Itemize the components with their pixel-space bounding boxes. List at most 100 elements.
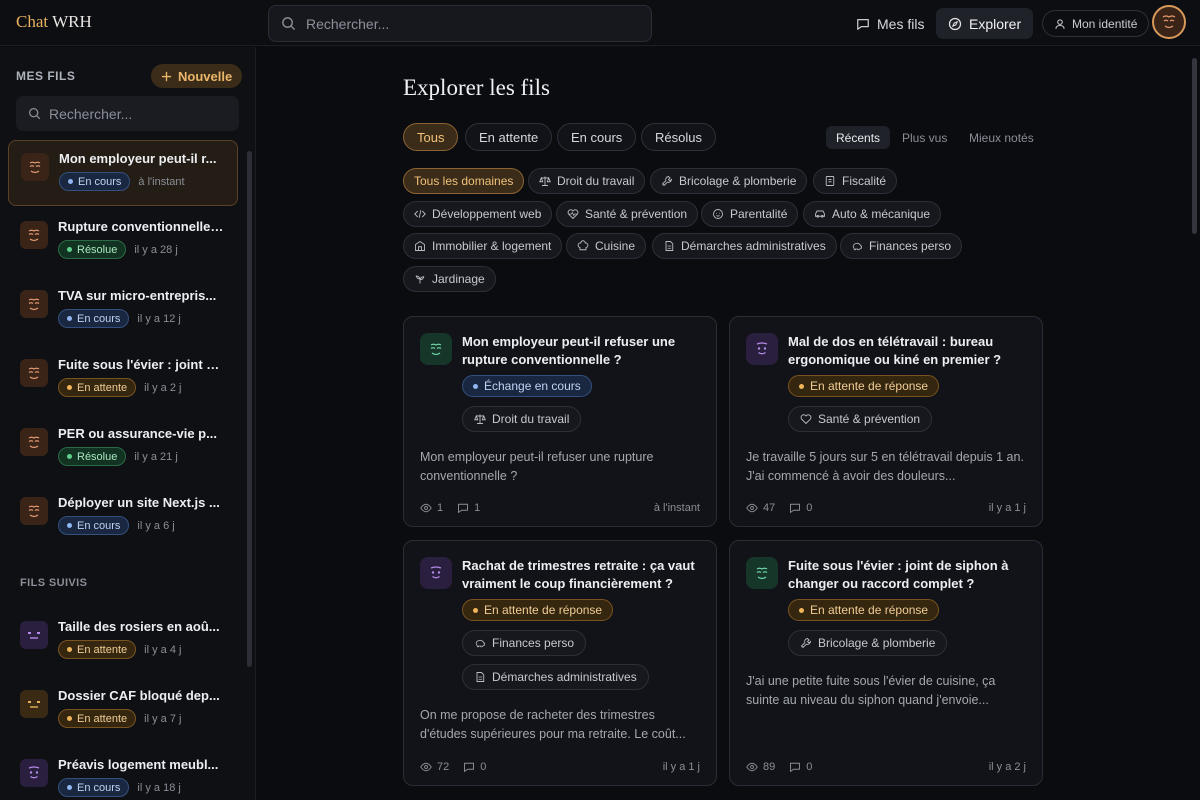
top-bar: Chat WRH Rechercher... Mes fils Explorer… — [0, 0, 1200, 46]
card-status-label: En attente de réponse — [810, 379, 929, 393]
nav-explorer[interactable]: Explorer — [936, 8, 1034, 39]
domain-chip-dev-web[interactable]: Développement web — [403, 201, 553, 227]
new-thread-label: Nouvelle — [178, 68, 233, 84]
card-domain-label: Bricolage & plomberie — [818, 636, 936, 650]
domain-chip-fiscalite[interactable]: Fiscalité — [813, 168, 898, 194]
heart-pulse-icon — [800, 414, 812, 425]
thread-time: il y a 7 j — [144, 712, 182, 725]
domain-chip-droit-travail[interactable]: Droit du travail — [528, 168, 646, 194]
thread-card[interactable]: Fuite sous l'évier : joint de siphon à c… — [729, 540, 1043, 786]
domain-chip-cuisine[interactable]: Cuisine — [566, 233, 647, 259]
sidebar-search-placeholder: Rechercher... — [49, 105, 133, 122]
thread-item[interactable]: Mon employeur peut-il r... En cours à l'in… — [8, 140, 238, 206]
card-domain-chip[interactable]: Démarches administratives — [462, 664, 649, 690]
scales-icon — [539, 176, 551, 186]
sort-plus-vus[interactable]: Plus vus — [892, 126, 957, 149]
thread-item[interactable]: PER ou assurance-vie p... Résolue il y a 2… — [8, 416, 238, 482]
domain-chip-demarches[interactable]: Démarches administratives — [652, 233, 837, 259]
thread-avatar — [20, 428, 48, 456]
card-description: Je travaille 5 jours sur 5 en télétravai… — [746, 450, 1024, 483]
compass-icon — [948, 17, 962, 30]
domain-chip-finances[interactable]: Finances perso — [840, 233, 963, 259]
sidebar-scrollbar[interactable] — [247, 151, 252, 667]
thread-avatar — [20, 690, 48, 718]
wrench-icon — [661, 176, 673, 187]
sort-recents[interactable]: Récents — [826, 126, 891, 149]
domain-chip-parentalite[interactable]: Parentalité — [701, 201, 799, 227]
avatar-face-icon — [28, 505, 40, 518]
thread-item[interactable]: Fuite sous l'évier : joint d... En attent… — [8, 347, 238, 413]
avatar-face-icon — [28, 766, 40, 779]
domain-chip-jardinage[interactable]: Jardinage — [403, 266, 496, 292]
card-domain-label: Droit du travail — [492, 412, 570, 426]
new-thread-button[interactable]: Nouvelle — [151, 64, 243, 88]
status-badge-label: En cours — [77, 781, 121, 794]
followed-thread-item[interactable]: Dossier CAF bloqué dep... En attente il y … — [8, 678, 238, 744]
card-domain-chip[interactable]: Santé & prévention — [788, 406, 933, 432]
card-domain-chip[interactable]: Bricolage & plomberie — [788, 630, 948, 656]
card-time: il y a 2 j — [988, 761, 1026, 773]
card-description: On me propose de racheter des trimestres… — [420, 708, 686, 741]
filter-resolus[interactable]: Résolus — [641, 123, 716, 151]
scales-icon — [474, 414, 486, 424]
filter-en-cours[interactable]: En cours — [557, 123, 637, 151]
baby-icon — [713, 209, 723, 219]
followed-thread-item[interactable]: Taille des rosiers en aoû... En attente il… — [8, 609, 238, 675]
domain-chip-immobilier[interactable]: Immobilier & logement — [403, 233, 563, 259]
thread-title: Dossier CAF bloqué dep... — [58, 688, 220, 703]
comment-icon — [790, 762, 801, 772]
card-domain-chip[interactable]: Finances perso — [462, 630, 587, 656]
thread-card[interactable]: Mon employeur peut-il refuser une ruptur… — [403, 316, 717, 527]
card-time: à l'instant — [653, 502, 700, 514]
avatar-face-icon — [28, 229, 40, 242]
followed-thread-item[interactable]: Préavis logement meubl... En cours il y a … — [8, 747, 238, 800]
domain-chip-auto[interactable]: Auto & mécanique — [803, 201, 942, 227]
status-badge: En attente — [58, 378, 137, 397]
nav-mes-fils[interactable]: Mes fils — [844, 8, 936, 39]
card-domain-chip[interactable]: Droit du travail — [462, 406, 582, 432]
card-avatar — [420, 333, 452, 365]
page-scrollbar[interactable] — [1192, 58, 1197, 234]
card-status-label: En attente de réponse — [810, 603, 929, 617]
identity-label: Mon identité — [1072, 16, 1138, 31]
user-avatar[interactable] — [1152, 5, 1186, 39]
thread-avatar — [20, 221, 48, 249]
sort-mieux-notes[interactable]: Mieux notés — [959, 126, 1044, 149]
filter-tous[interactable]: Tous — [403, 123, 459, 151]
message-icon — [857, 18, 869, 30]
thread-time: il y a 12 j — [137, 312, 181, 325]
thread-avatar — [21, 153, 49, 181]
card-title: Mal de dos en télétravail : bureau ergon… — [788, 334, 1002, 367]
card-status-label: Échange en cours — [484, 379, 581, 393]
status-badge-label: En attente — [77, 712, 128, 725]
global-search[interactable]: Rechercher... — [268, 5, 652, 42]
thread-item[interactable]: Rupture conventionnelle ... Résolue il y a… — [8, 209, 238, 275]
domain-chip-label: Développement web — [432, 207, 542, 221]
domain-chip-bricolage[interactable]: Bricolage & plomberie — [650, 168, 808, 194]
card-domain-label: Démarches administratives — [492, 670, 637, 684]
domain-chip-sante[interactable]: Santé & prévention — [556, 201, 699, 227]
thread-card[interactable]: Rachat de trimestres retraite : ça vaut … — [403, 540, 717, 786]
sprout-icon — [415, 275, 425, 284]
sidebar: MES FILS Nouvelle Rechercher... Mon empl… — [0, 47, 256, 800]
app-logo[interactable]: Chat WRH — [16, 12, 92, 32]
status-badge: En cours — [58, 309, 130, 328]
card-title: Mon employeur peut-il refuser une ruptur… — [462, 334, 676, 367]
thread-item[interactable]: Déployer un site Next.js ... En cours il y… — [8, 485, 238, 551]
card-title: Fuite sous l'évier : joint de siphon à c… — [788, 558, 1009, 591]
domain-chip-all[interactable]: Tous les domaines — [403, 168, 525, 194]
sidebar-search[interactable]: Rechercher... — [16, 96, 239, 131]
thread-card[interactable]: Mal de dos en télétravail : bureau ergon… — [729, 316, 1043, 527]
identity-button[interactable]: Mon identité — [1042, 10, 1150, 37]
card-status-badge: En attente de réponse — [462, 599, 614, 621]
status-badge-label: En cours — [78, 175, 122, 188]
card-title: Rachat de trimestres retraite : ça vaut … — [462, 558, 695, 591]
document-icon — [476, 672, 485, 682]
thread-title: Préavis logement meubl... — [58, 757, 219, 772]
my-threads-heading: MES FILS — [16, 69, 76, 83]
filter-en-attente[interactable]: En attente — [465, 123, 553, 151]
thread-title: PER ou assurance-vie p... — [58, 426, 217, 441]
domain-chip-label: Jardinage — [432, 272, 485, 286]
nav-explorer-label: Explorer — [969, 15, 1022, 32]
thread-item[interactable]: TVA sur micro-entrepris... En cours il y a… — [8, 278, 238, 344]
